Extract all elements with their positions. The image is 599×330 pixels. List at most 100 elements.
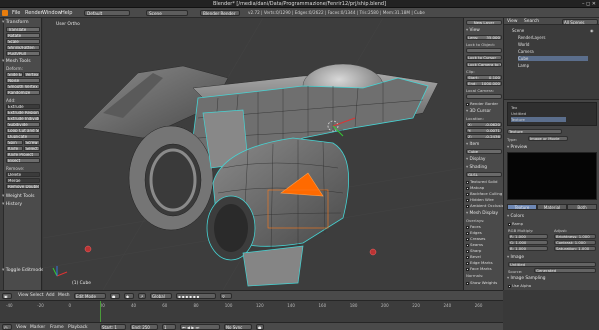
history-header[interactable]: History <box>2 202 22 207</box>
contrast-field[interactable]: Contrast: 1.000 <box>554 240 596 245</box>
spin-button[interactable]: Spin <box>6 140 23 145</box>
menu-view[interactable]: View <box>18 293 28 298</box>
manipulator-toggle[interactable]: ↗ <box>138 293 146 299</box>
extrude-individual-button[interactable]: Extrude Individual <box>6 116 40 121</box>
scene-selector[interactable]: Scene <box>146 10 188 16</box>
timeline-menu-view[interactable]: View <box>16 325 26 330</box>
ramp-checkbox[interactable]: Ramp <box>508 221 523 226</box>
menu-file[interactable]: File <box>12 10 20 16</box>
menu-render[interactable]: Render <box>25 10 43 16</box>
render-engine-selector[interactable]: Blender Render <box>200 10 240 16</box>
image-source-select[interactable]: Generated <box>534 268 596 273</box>
extrude-region-button[interactable]: Extrude Region <box>6 110 40 115</box>
use-alpha-checkbox[interactable]: Use Alpha <box>508 283 531 288</box>
end-frame-field[interactable]: End: 250 <box>130 324 158 330</box>
outliner-row-cube[interactable]: Cube <box>518 56 588 61</box>
layout-selector[interactable]: Default <box>84 10 130 16</box>
r-field[interactable]: R: 1.000 <box>508 234 548 239</box>
extrude-dropdown[interactable]: Extrude <box>6 104 40 109</box>
snap-toggle[interactable]: ⚲ <box>220 293 232 299</box>
randomize-button[interactable]: Randomize <box>6 90 40 95</box>
menu-mesh[interactable]: Mesh <box>58 293 70 298</box>
translate-button[interactable]: Translate <box>6 27 40 32</box>
menu-help[interactable]: Help <box>61 10 72 16</box>
saturation-field[interactable]: Saturation: 1.000 <box>554 246 596 251</box>
overlay-faces-checkbox[interactable]: Faces <box>466 224 481 229</box>
texture-type-select[interactable]: Image or Movie <box>528 136 568 141</box>
knife-project-button[interactable]: Knife Project <box>6 152 40 157</box>
overlay-edges-checkbox[interactable]: Edges <box>466 230 482 235</box>
lock-object-field[interactable] <box>466 48 502 53</box>
blender-logo-icon[interactable] <box>2 10 8 16</box>
bisect-button[interactable]: Bisect <box>6 158 40 163</box>
sync-select[interactable]: No Sync <box>224 324 252 330</box>
colors-header[interactable]: Colors <box>507 214 524 219</box>
shading-select[interactable]: ● <box>110 293 120 299</box>
outliner-row-world[interactable]: World <box>518 42 529 47</box>
clip-end-field[interactable]: End: 1000.000 <box>466 81 502 86</box>
orientation-select[interactable]: Global <box>150 293 172 299</box>
timeline-menu-frame[interactable]: Frame <box>50 325 64 330</box>
outliner-filter-select[interactable]: All Scenes <box>562 18 598 25</box>
delete-dropdown[interactable]: Delete <box>6 172 40 177</box>
shading-header[interactable]: Shading <box>466 165 487 170</box>
texture-slot-2[interactable]: Untitled <box>511 111 526 116</box>
new-layer-button[interactable]: New Layer <box>466 20 502 25</box>
editor-type-icon[interactable]: ▣ <box>2 293 12 299</box>
preview-header[interactable]: Preview <box>507 145 528 150</box>
g-field[interactable]: G: 1.000 <box>508 240 548 245</box>
menu-select[interactable]: Select <box>30 293 44 298</box>
remove-doubles-button[interactable]: Remove Doubles <box>6 184 40 189</box>
display-header[interactable]: Display <box>466 157 486 162</box>
scale-button[interactable]: Scale <box>6 39 40 44</box>
lock-cursor-button[interactable]: Lock to Cursor <box>466 55 502 60</box>
shading-mode-select[interactable]: GLSL <box>466 172 502 177</box>
smooth-vertex-button[interactable]: Smooth Vertex <box>6 84 40 89</box>
3d-cursor-header[interactable]: 3D Cursor <box>466 109 492 114</box>
textured-solid-checkbox[interactable]: Textured Solid <box>466 179 497 184</box>
pivot-select[interactable]: ◆ <box>124 293 134 299</box>
tab-texture[interactable]: Texture <box>507 204 537 210</box>
timeline-menu-marker[interactable]: Marker <box>30 325 45 330</box>
overlay-edge-marks-checkbox[interactable]: Edge Marks <box>466 260 493 265</box>
texture-slot-1[interactable]: Tex <box>511 105 517 110</box>
toggle-editmode-header[interactable]: Toggle Editmode <box>2 268 44 273</box>
outliner-row-scene[interactable]: Scene <box>512 28 524 33</box>
menu-window[interactable]: Window <box>42 10 62 16</box>
visibility-eye-icon[interactable]: ◉ <box>590 28 594 33</box>
window-controls[interactable]: – ◻ ✕ <box>582 1 596 7</box>
lens-field[interactable]: Lens: 35.000 <box>466 35 502 40</box>
clip-start-field[interactable]: Start: 0.100 <box>466 75 502 80</box>
backface-culling-checkbox[interactable]: Backface Culling <box>466 191 502 196</box>
viewport-scene[interactable] <box>43 18 463 290</box>
mesh-display-header[interactable]: Mesh Display <box>466 211 499 216</box>
mode-select[interactable]: Edit Mode <box>74 293 106 299</box>
merge-dropdown[interactable]: Merge <box>6 178 40 183</box>
noise-button[interactable]: Noise <box>6 78 40 83</box>
start-frame-field[interactable]: Start: 1 <box>100 324 126 330</box>
ambient-occlusion-checkbox[interactable]: Ambient Occlusion <box>466 203 506 208</box>
tab-material[interactable]: Material <box>537 204 567 210</box>
knife-button[interactable]: Knife <box>6 146 23 151</box>
current-frame-field[interactable]: 1 <box>162 324 176 330</box>
overlay-sharp-checkbox[interactable]: Sharp <box>466 248 481 253</box>
current-frame-line[interactable] <box>100 301 101 323</box>
image-name-field[interactable]: Untitled <box>508 262 596 267</box>
item-name-field[interactable]: Cube <box>466 149 502 154</box>
timeline[interactable]: -40 -20 0 20 40 60 80 100 120 140 160 180 200 220 240 2… <box>0 300 503 323</box>
mesh-tools-header[interactable]: Mesh Tools <box>2 59 31 64</box>
cursor-y-field[interactable]: Y: 0.0071 <box>466 128 502 133</box>
transform-panel-header[interactable]: Transform <box>2 20 29 25</box>
layer-buttons[interactable]: ▪▪▪▪▪▪ <box>176 293 216 299</box>
shrink-fatten-button[interactable]: Shrink/Fatten <box>6 45 40 50</box>
outliner-row-renderlayers[interactable]: RenderLayers <box>518 35 545 40</box>
lamp-icon[interactable] <box>84 245 92 253</box>
outliner-view-menu[interactable]: View <box>507 19 517 24</box>
3d-viewport[interactable]: User Ortho (1) Cube <box>43 18 463 290</box>
outliner-search-menu[interactable]: Search <box>524 19 539 24</box>
weight-tools-header[interactable]: Weight Tools <box>2 194 35 199</box>
cursor-x-field[interactable]: X: -0.0620 <box>466 122 502 127</box>
render-border-checkbox[interactable]: Render Border <box>466 101 498 106</box>
image-sampling-header[interactable]: Image Sampling <box>507 276 546 281</box>
view-panel-header[interactable]: View <box>466 28 480 33</box>
